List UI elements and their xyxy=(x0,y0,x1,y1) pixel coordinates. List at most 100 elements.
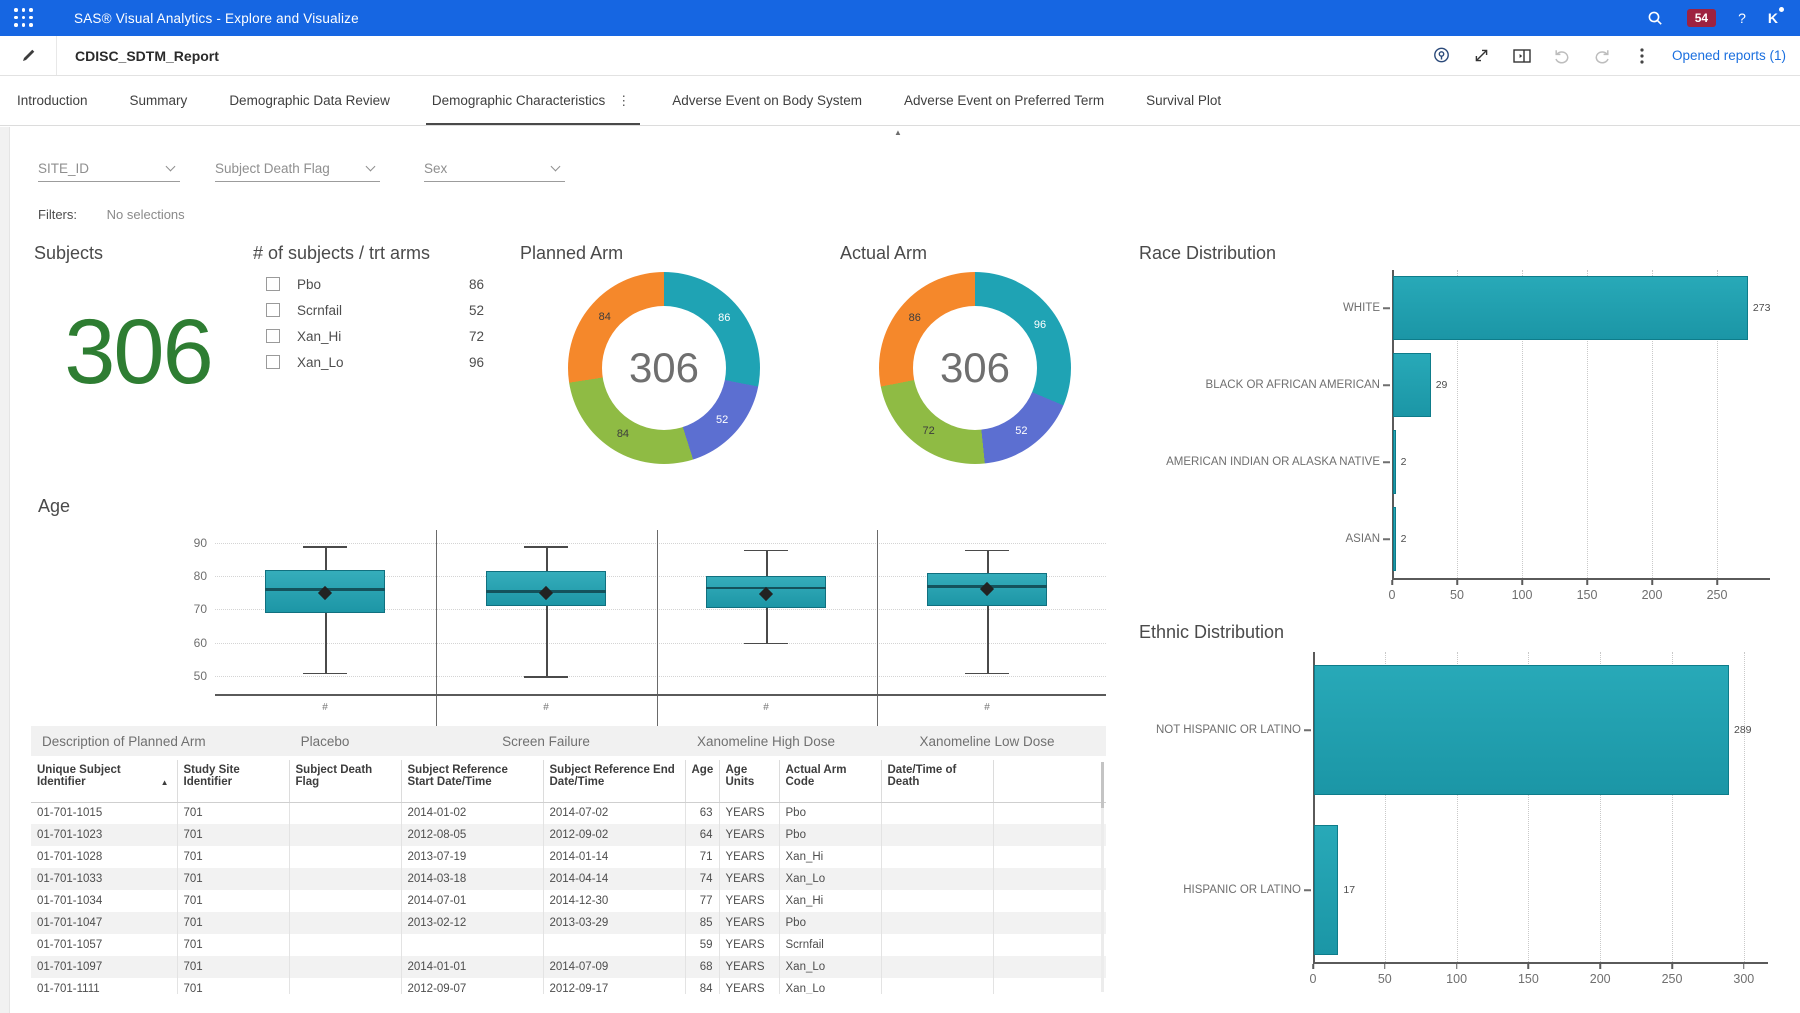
whisker-upper xyxy=(987,550,989,573)
whisker-upper xyxy=(546,546,548,571)
column-header-unique-subject-identifier[interactable]: Unique Subject Identifier▲ xyxy=(31,760,177,802)
table-cell xyxy=(881,824,993,846)
table-row[interactable]: 01-701-10237012012-08-052012-09-0264YEAR… xyxy=(31,824,1106,846)
filter-dropdown-subject-death-flag[interactable]: Subject Death Flag xyxy=(215,155,380,182)
bar-black-or-african-american[interactable] xyxy=(1393,353,1431,417)
checkbox-scrnfail[interactable] xyxy=(266,303,280,317)
tab-survival-plot[interactable]: Survival Plot xyxy=(1146,76,1221,125)
whisker-cap-max xyxy=(965,550,1009,552)
checkbox-xan_lo[interactable] xyxy=(266,355,280,369)
table-cell: 701 xyxy=(177,956,289,978)
tab-summary[interactable]: Summary xyxy=(130,76,188,125)
bar-not-hispanic-or-latino[interactable] xyxy=(1314,665,1729,795)
edit-pencil-icon[interactable] xyxy=(18,46,38,66)
search-icon[interactable] xyxy=(1645,8,1665,28)
planned-arm-donut[interactable]: 86528484306 xyxy=(568,272,760,464)
x-tick-label: 0 xyxy=(1389,588,1396,602)
maximize-icon[interactable] xyxy=(1472,46,1492,66)
tab-adverse-event-on-body-system[interactable]: Adverse Event on Body System xyxy=(672,76,862,125)
help-icon[interactable]: ? xyxy=(1738,10,1746,26)
table-cell xyxy=(881,846,993,868)
column-header-subject-death-flag[interactable]: Subject Death Flag xyxy=(289,760,401,802)
table-cell: YEARS xyxy=(719,934,779,956)
user-avatar[interactable]: K xyxy=(1768,10,1784,26)
table-row[interactable]: 01-701-10977012014-01-012014-07-0968YEAR… xyxy=(31,956,1106,978)
table-cell: 701 xyxy=(177,978,289,994)
tab-menu-icon[interactable]: ⋮ xyxy=(617,94,630,107)
table-cell: 63 xyxy=(685,802,719,824)
table-cell: 701 xyxy=(177,890,289,912)
category-strip-label: Xanomeline High Dose xyxy=(656,726,876,756)
filters-label: Filters: xyxy=(38,207,77,222)
bar-american-indian-or-alaska-native[interactable] xyxy=(1393,430,1396,494)
sort-ascending-icon: ▲ xyxy=(161,778,169,787)
table-cell: 2014-12-30 xyxy=(543,890,685,912)
table-cell: 01-701-1111 xyxy=(31,978,177,994)
app-switcher-icon[interactable] xyxy=(14,8,34,28)
x-tick-label: 200 xyxy=(1590,972,1611,986)
table-cell xyxy=(881,802,993,824)
collapse-caret-icon[interactable]: ▲ xyxy=(894,128,902,137)
column-header-subject-reference-start-date-time[interactable]: Subject Reference Start Date/Time xyxy=(401,760,543,802)
tab-adverse-event-on-preferred-term[interactable]: Adverse Event on Preferred Term xyxy=(904,76,1104,125)
bar-hispanic-or-latino[interactable] xyxy=(1314,825,1338,955)
column-header-date-time-of-death[interactable]: Date/Time of Death xyxy=(881,760,993,802)
table-cell: 701 xyxy=(177,824,289,846)
category-separator xyxy=(657,530,658,756)
table-row[interactable]: 01-701-11117012012-09-072012-09-1784YEAR… xyxy=(31,978,1106,994)
category-label: AMERICAN INDIAN OR ALASKA NATIVE xyxy=(1152,456,1380,468)
x-tick-mark xyxy=(1716,580,1718,585)
panel-toggle-icon[interactable] xyxy=(1512,46,1532,66)
category-tick xyxy=(1383,538,1390,540)
table-cell xyxy=(289,802,401,824)
undo-icon[interactable] xyxy=(1552,46,1572,66)
table-row[interactable]: 01-701-10157012014-01-022014-07-0263YEAR… xyxy=(31,802,1106,824)
report-title: CDISC_SDTM_Report xyxy=(75,48,219,64)
chevron-down-icon xyxy=(551,162,561,172)
filter-dropdown-site-id[interactable]: SITE_ID xyxy=(38,155,180,182)
donut-segment-label: 86 xyxy=(909,312,921,324)
filter-dropdown-sex[interactable]: Sex xyxy=(424,155,565,182)
column-header-age-units[interactable]: Age Units xyxy=(719,760,779,802)
table-row[interactable]: 01-701-10337012014-03-182014-04-1474YEAR… xyxy=(31,868,1106,890)
bar-white[interactable] xyxy=(1393,276,1748,340)
table-cell: 701 xyxy=(177,912,289,934)
table-row[interactable]: 01-701-10347012014-07-012014-12-3077YEAR… xyxy=(31,890,1106,912)
actual-arm-donut[interactable]: 96527286306 xyxy=(879,272,1071,464)
checkbox-xan_hi[interactable] xyxy=(266,329,280,343)
table-cell: 2013-03-29 xyxy=(543,912,685,934)
chevron-down-icon xyxy=(366,162,376,172)
table-cell: 77 xyxy=(685,890,719,912)
table-row[interactable]: 01-701-10477012013-02-122013-03-2985YEAR… xyxy=(31,912,1106,934)
tab-bar: Introduction Summary Demographic Data Revi… xyxy=(0,76,1800,126)
bar-asian[interactable] xyxy=(1393,507,1396,571)
table-scrollbar-thumb[interactable] xyxy=(1101,762,1104,808)
category-tick xyxy=(1383,461,1390,463)
column-header-study-site-identifier[interactable]: Study Site Identifier xyxy=(177,760,289,802)
opened-reports-link[interactable]: Opened reports (1) xyxy=(1672,48,1786,63)
table-cell: 2014-01-01 xyxy=(401,956,543,978)
category-strip-label: Screen Failure xyxy=(436,726,656,756)
tab-demographic-characteristics[interactable]: Demographic Characteristics⋮ xyxy=(432,76,630,125)
redo-icon[interactable] xyxy=(1592,46,1612,66)
x-tick-mark xyxy=(1671,964,1673,969)
table-row[interactable]: 01-701-105770159YEARSScrnfail xyxy=(31,934,1106,956)
trt-item-value: 72 xyxy=(469,329,484,344)
table-row[interactable]: 01-701-10287012013-07-192014-01-1471YEAR… xyxy=(31,846,1106,868)
report-insights-icon[interactable] xyxy=(1432,46,1452,66)
notifications-badge[interactable]: 54 xyxy=(1687,9,1716,27)
table-cell: Xan_Lo xyxy=(779,978,881,994)
more-options-icon[interactable] xyxy=(1632,46,1652,66)
table-cell: 2014-07-01 xyxy=(401,890,543,912)
trt-list-item: Scrnfail52 xyxy=(266,298,484,322)
tab-introduction[interactable]: Introduction xyxy=(17,76,88,125)
table-cell: 701 xyxy=(177,846,289,868)
checkbox-pbo[interactable] xyxy=(266,277,280,291)
whisker-lower xyxy=(546,606,548,676)
tab-demographic-data-review[interactable]: Demographic Data Review xyxy=(229,76,390,125)
trt-item-label: Xan_Hi xyxy=(297,329,341,344)
column-header-age[interactable]: Age xyxy=(685,760,719,802)
column-header-actual-arm-code[interactable]: Actual Arm Code xyxy=(779,760,881,802)
category-axis-title: Description of Planned Arm xyxy=(42,726,206,756)
column-header-subject-reference-end-date-time[interactable]: Subject Reference End Date/Time xyxy=(543,760,685,802)
